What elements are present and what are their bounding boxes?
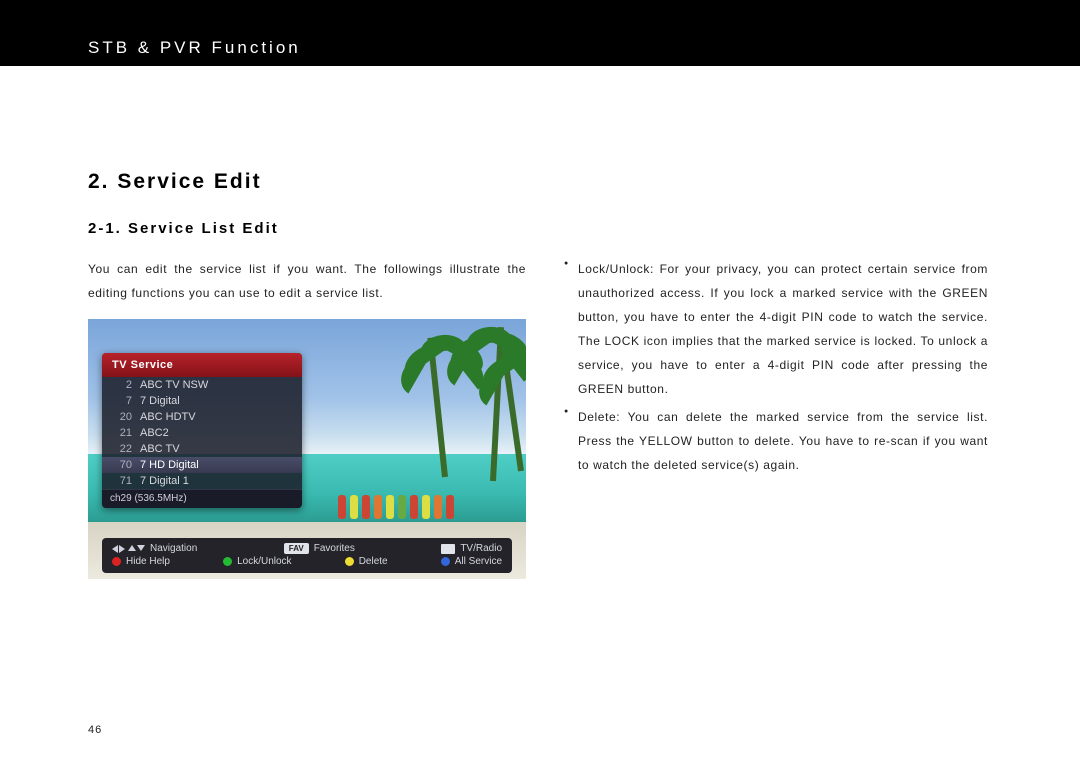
header-title: STB & PVR Function — [88, 38, 1080, 58]
arrow-icons — [112, 545, 145, 553]
help-bar: Navigation FAV Favorites TV/Radio — [102, 538, 512, 573]
green-dot-icon — [223, 557, 232, 566]
content-area: 2. Service Edit 2-1. Service List Edit Y… — [0, 66, 1080, 579]
osd-channel-number: 20 — [110, 411, 132, 423]
arrow-down-icon — [137, 545, 145, 551]
green-hint: Lock/Unlock — [223, 556, 291, 567]
header-bar: STB & PVR Function — [0, 0, 1080, 66]
help-row-1: Navigation FAV Favorites TV/Radio — [112, 543, 502, 554]
yellow-dot-icon — [345, 557, 354, 566]
osd-channel-number: 71 — [110, 475, 132, 487]
osd-channel-name: 7 Digital — [140, 395, 294, 407]
tvradio-label: TV/Radio — [460, 543, 502, 554]
osd-channel-name: 7 HD Digital — [140, 459, 294, 471]
osd-title: TV Service — [102, 353, 302, 377]
osd-channel-name: ABC2 — [140, 427, 294, 439]
section-heading: 2. Service Edit — [88, 170, 988, 194]
osd-row: 70 7 HD Digital — [102, 457, 302, 473]
osd-row: 21 ABC2 — [102, 425, 302, 441]
blue-label: All Service — [455, 556, 502, 567]
help-row-2: Hide Help Lock/Unlock Delete — [112, 556, 502, 567]
bullet-item: Lock/Unlock: For your privacy, you can p… — [564, 257, 988, 401]
osd-service-list: TV Service 2 ABC TV NSW 7 7 Digital 20 ABC HD… — [102, 353, 302, 508]
fav-label: Favorites — [314, 543, 355, 554]
tvradio-icon — [441, 544, 455, 554]
osd-rows: 2 ABC TV NSW 7 7 Digital 20 ABC HDTV 21 ABC2 22 A… — [102, 377, 302, 489]
osd-channel-number: 7 — [110, 395, 132, 407]
osd-channel-number: 70 — [110, 459, 132, 471]
osd-row: 22 ABC TV — [102, 441, 302, 457]
intro-paragraph: You can edit the service list if you wan… — [88, 257, 526, 305]
osd-row: 2 ABC TV NSW — [102, 377, 302, 393]
blue-hint: All Service — [441, 556, 502, 567]
osd-channel-number: 22 — [110, 443, 132, 455]
two-column-layout: You can edit the service list if you wan… — [88, 257, 988, 579]
osd-row: 20 ABC HDTV — [102, 409, 302, 425]
kayaks-icon — [338, 495, 454, 519]
green-label: Lock/Unlock — [237, 556, 291, 567]
document-page: STB & PVR Function 2. Service Edit 2-1. … — [0, 0, 1080, 760]
arrow-up-icon — [128, 545, 136, 551]
arrow-right-icon — [119, 545, 125, 553]
nav-label: Navigation — [150, 543, 197, 554]
arrow-left-icon — [112, 545, 118, 553]
blue-dot-icon — [441, 557, 450, 566]
osd-row: 7 7 Digital — [102, 393, 302, 409]
osd-channel-number: 2 — [110, 379, 132, 391]
page-number: 46 — [88, 724, 102, 736]
osd-row: 71 7 Digital 1 — [102, 473, 302, 489]
section-subheading: 2-1. Service List Edit — [88, 220, 988, 237]
tvradio-hint: TV/Radio — [441, 543, 502, 554]
osd-channel-number: 21 — [110, 427, 132, 439]
yellow-hint: Delete — [345, 556, 388, 567]
nav-hint: Navigation — [112, 543, 197, 554]
palm-fronds-icon — [476, 341, 526, 401]
red-hint: Hide Help — [112, 556, 170, 567]
osd-channel-name: ABC TV NSW — [140, 379, 294, 391]
red-dot-icon — [112, 557, 121, 566]
osd-footer: ch29 (536.5MHz) — [102, 489, 302, 508]
tv-screenshot: TV Service 2 ABC TV NSW 7 7 Digital 20 ABC HD… — [88, 319, 526, 579]
osd-channel-name: ABC HDTV — [140, 411, 294, 423]
bullet-list: Lock/Unlock: For your privacy, you can p… — [564, 257, 988, 477]
osd-channel-name: 7 Digital 1 — [140, 475, 294, 487]
left-column: You can edit the service list if you wan… — [88, 257, 526, 579]
red-label: Hide Help — [126, 556, 170, 567]
right-column: Lock/Unlock: For your privacy, you can p… — [564, 257, 988, 579]
yellow-label: Delete — [359, 556, 388, 567]
fav-hint: FAV Favorites — [284, 543, 355, 554]
fav-pill: FAV — [284, 543, 309, 554]
bullet-item: Delete: You can delete the marked servic… — [564, 405, 988, 477]
osd-channel-name: ABC TV — [140, 443, 294, 455]
